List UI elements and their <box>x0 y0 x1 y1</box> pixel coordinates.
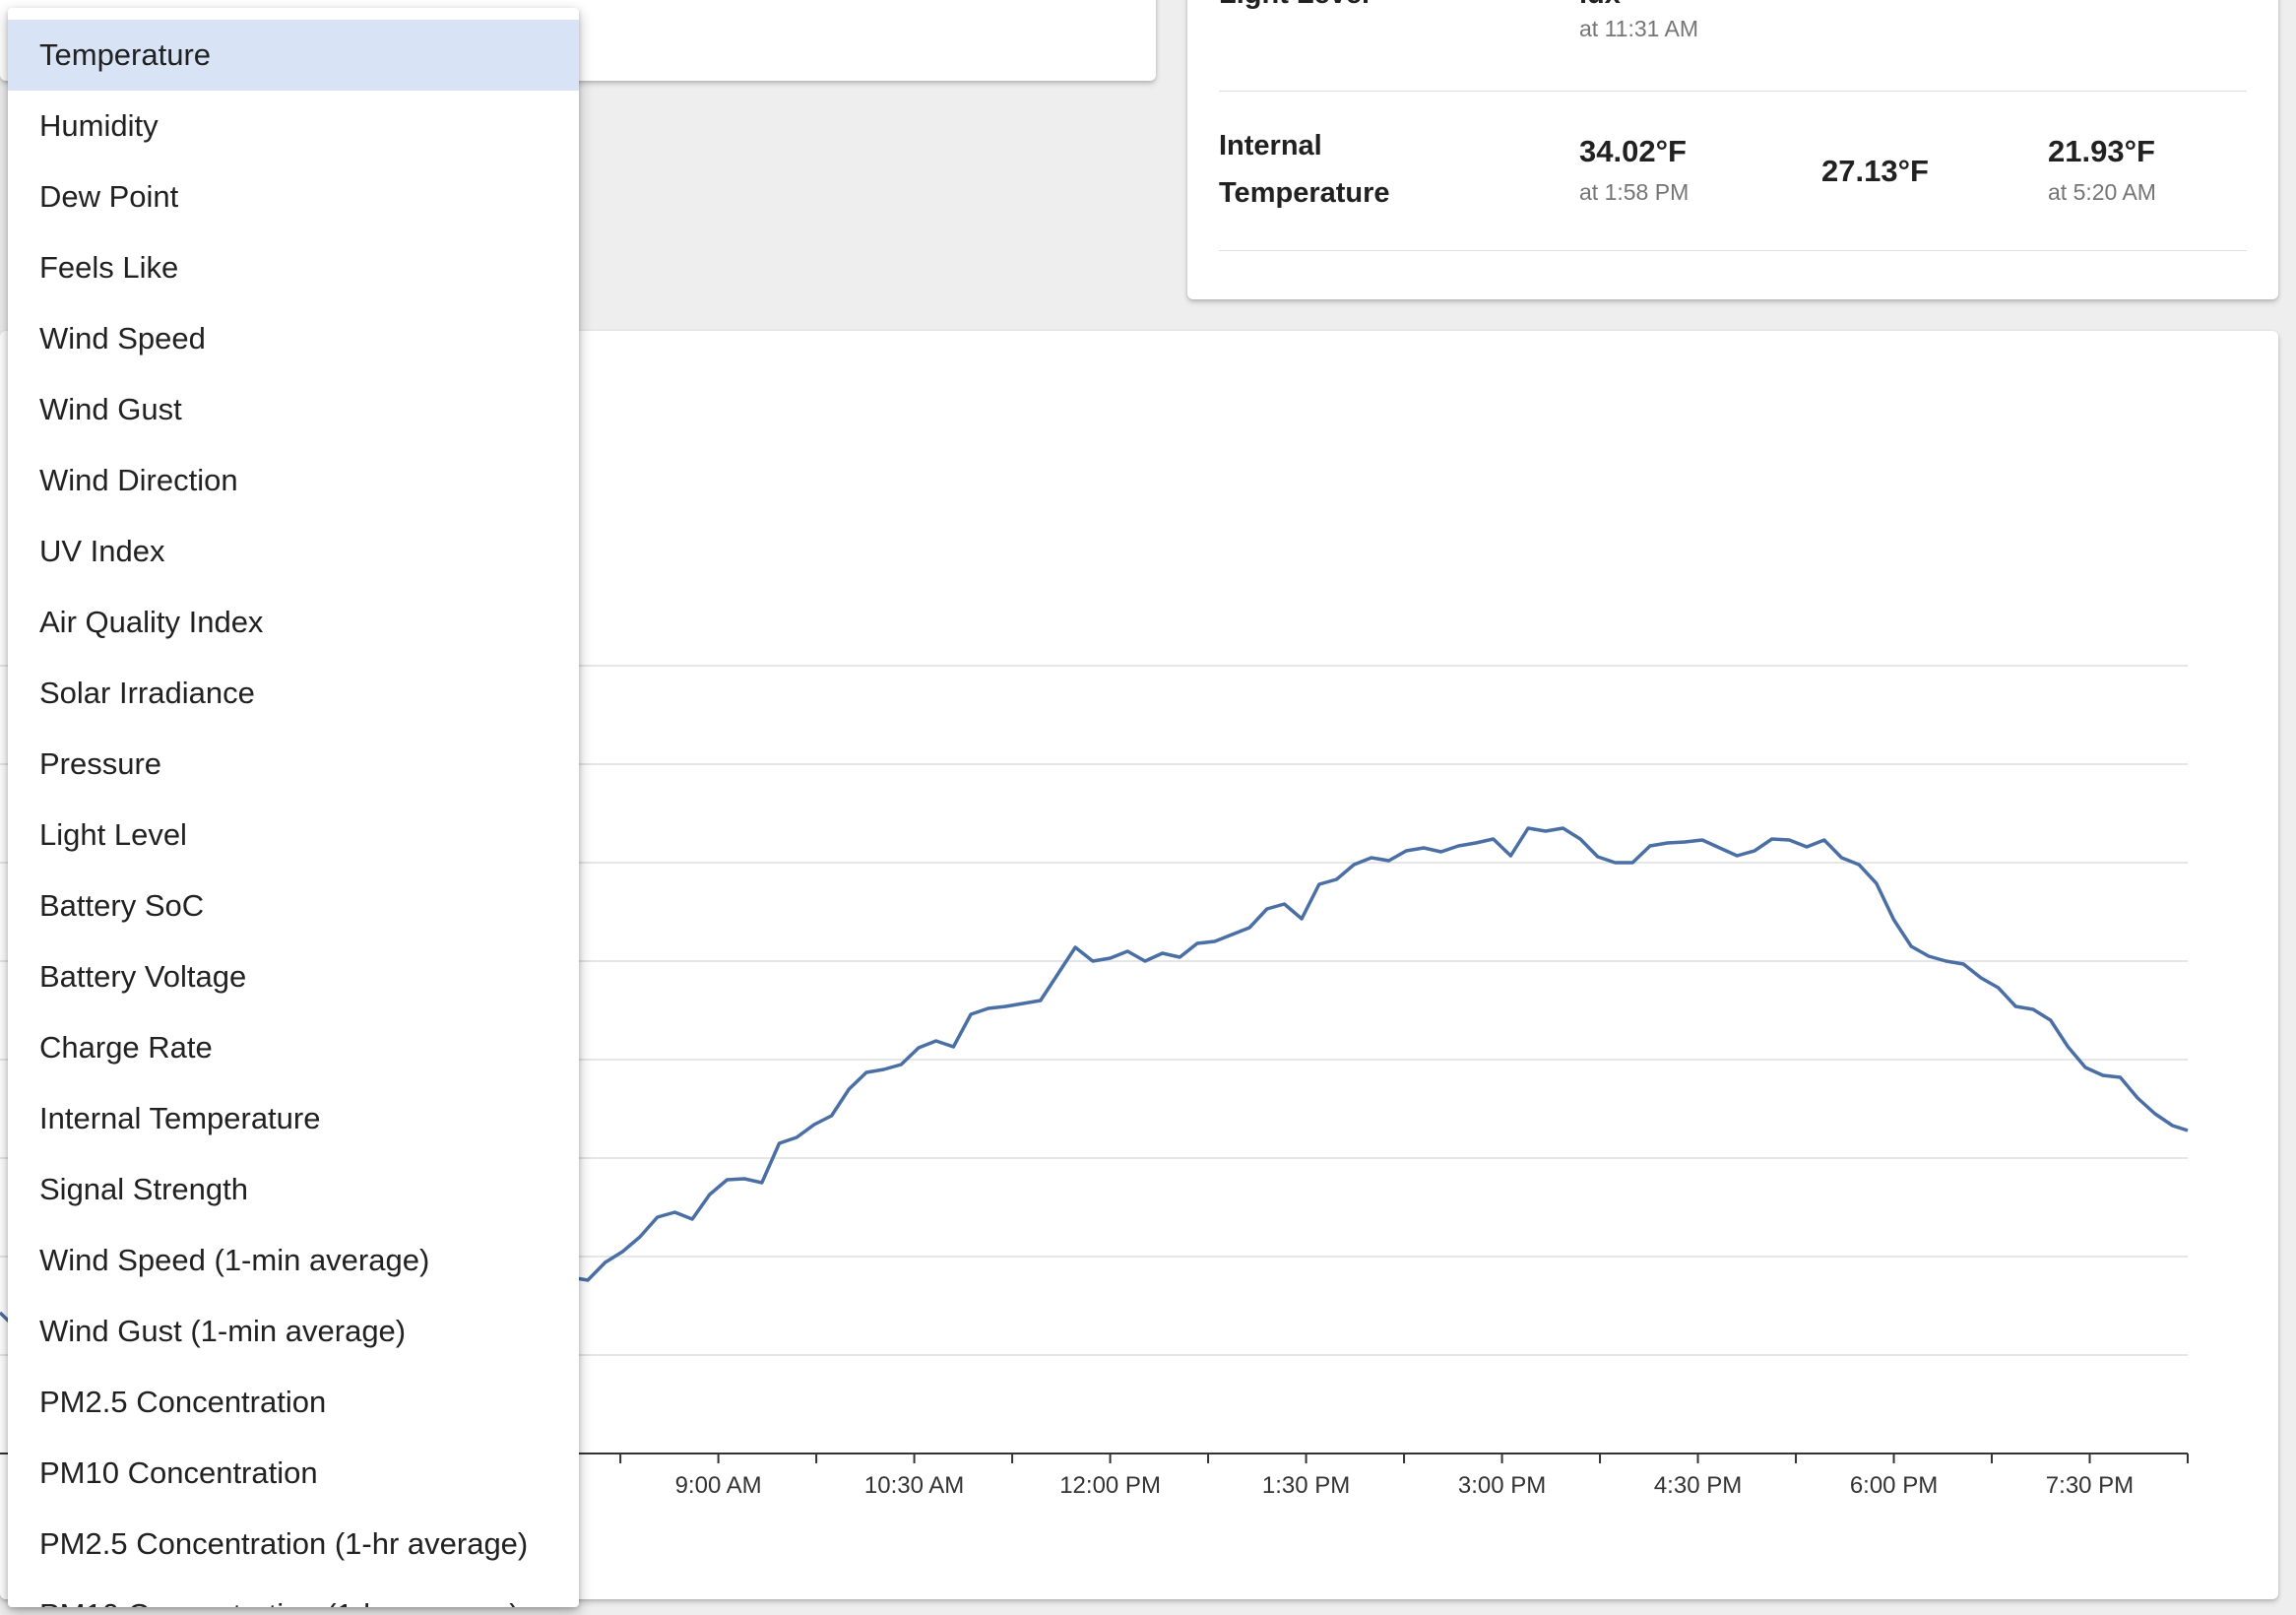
menu-item-wind-gust-1-min-average[interactable]: Wind Gust (1-min average) <box>8 1296 579 1367</box>
stat-high-time-light-level: at 11:31 AM <box>1579 16 1699 41</box>
stats-card: Light Level lux at 11:31 AM Internal Tem… <box>1187 0 2278 299</box>
menu-item-wind-speed[interactable]: Wind Speed <box>8 303 579 374</box>
menu-item-feels-like[interactable]: Feels Like <box>8 232 579 303</box>
row-divider <box>1219 91 2247 92</box>
stat-label-internal-temperature: Internal Temperature <box>1219 122 1390 217</box>
stat-label-line2: Temperature <box>1219 177 1390 209</box>
x-tick-label: 9:00 AM <box>675 1472 762 1499</box>
x-tick-label: 6:00 PM <box>1850 1472 1938 1499</box>
stat-label-light-level: Light Level <box>1219 0 1370 18</box>
stat-label-line1: Internal <box>1219 130 1322 162</box>
x-tick-label: 1:30 PM <box>1262 1472 1350 1499</box>
menu-item-signal-strength[interactable]: Signal Strength <box>8 1154 579 1225</box>
menu-item-temperature[interactable]: Temperature <box>8 20 579 91</box>
menu-item-air-quality-index[interactable]: Air Quality Index <box>8 587 579 658</box>
menu-item-pm10-concentration[interactable]: PM10 Concentration <box>8 1438 579 1509</box>
menu-item-charge-rate[interactable]: Charge Rate <box>8 1012 579 1083</box>
menu-item-pm2-5-concentration-1-hr-average[interactable]: PM2.5 Concentration (1-hr average) <box>8 1509 579 1580</box>
x-tick-label: 10:30 AM <box>864 1472 964 1499</box>
menu-item-light-level[interactable]: Light Level <box>8 800 579 871</box>
menu-item-wind-direction[interactable]: Wind Direction <box>8 445 579 516</box>
menu-item-solar-irradiance[interactable]: Solar Irradiance <box>8 658 579 729</box>
x-tick-label: 3:00 PM <box>1458 1472 1546 1499</box>
row-divider <box>1219 250 2247 251</box>
menu-item-internal-temperature[interactable]: Internal Temperature <box>8 1083 579 1154</box>
stat-low-value: 21.93°F <box>2048 134 2155 168</box>
menu-item-pm10-concentration-1-hr-average[interactable]: PM10 Concentration (1-hr average) <box>8 1580 579 1607</box>
menu-item-uv-index[interactable]: UV Index <box>8 516 579 587</box>
stat-high-value: 34.02°F <box>1579 134 1687 168</box>
menu-item-wind-gust[interactable]: Wind Gust <box>8 374 579 445</box>
stat-low-time: at 5:20 AM <box>2048 179 2156 205</box>
menu-item-battery-voltage[interactable]: Battery Voltage <box>8 941 579 1012</box>
stat-average-value: 27.13°F <box>1821 154 1929 188</box>
x-tick-label: 4:30 PM <box>1654 1472 1742 1499</box>
x-tick-label: 7:30 PM <box>2046 1472 2134 1499</box>
stat-high-value-light-level: lux <box>1579 0 1621 11</box>
x-tick-label: 12:00 PM <box>1059 1472 1161 1499</box>
menu-item-pressure[interactable]: Pressure <box>8 729 579 800</box>
metric-select-menu[interactable]: Temperature Humidity Dew Point Feels Like Wi… <box>8 8 579 1607</box>
menu-item-dew-point[interactable]: Dew Point <box>8 162 579 232</box>
menu-item-pm2-5-concentration[interactable]: PM2.5 Concentration <box>8 1367 579 1438</box>
menu-item-wind-speed-1-min-average[interactable]: Wind Speed (1-min average) <box>8 1225 579 1296</box>
stat-high-time: at 1:58 PM <box>1579 179 1690 205</box>
menu-item-humidity[interactable]: Humidity <box>8 91 579 162</box>
menu-item-battery-soc[interactable]: Battery SoC <box>8 871 579 941</box>
